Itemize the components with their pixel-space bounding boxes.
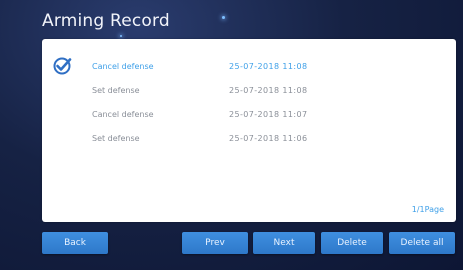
record-time: 25-07-2018 11:08 bbox=[229, 86, 308, 95]
record-row[interactable]: Cancel defense 25-07-2018 11:07 bbox=[42, 108, 456, 126]
page-indicator: 1/1Page bbox=[411, 205, 444, 214]
record-action: Cancel defense bbox=[92, 62, 154, 71]
record-row[interactable]: Set defense 25-07-2018 11:08 bbox=[42, 84, 456, 102]
back-button[interactable]: Back bbox=[42, 232, 108, 254]
record-row[interactable]: Cancel defense 25-07-2018 11:08 bbox=[42, 57, 456, 78]
record-time: 25-07-2018 11:08 bbox=[229, 62, 308, 71]
record-row[interactable]: Set defense 25-07-2018 11:06 bbox=[42, 132, 456, 150]
record-time: 25-07-2018 11:07 bbox=[229, 110, 308, 119]
page-title: Arming Record bbox=[42, 11, 170, 31]
background-sparkle bbox=[120, 35, 122, 37]
next-button[interactable]: Next bbox=[253, 232, 315, 254]
check-icon bbox=[53, 57, 72, 75]
background-sparkle bbox=[222, 16, 225, 19]
record-action: Set defense bbox=[92, 134, 140, 143]
delete-button[interactable]: Delete bbox=[321, 232, 383, 254]
record-list-panel: Cancel defense 25-07-2018 11:08 Set defe… bbox=[42, 39, 456, 222]
prev-button[interactable]: Prev bbox=[182, 232, 248, 254]
record-action: Set defense bbox=[92, 86, 140, 95]
record-action: Cancel defense bbox=[92, 110, 154, 119]
delete-all-button[interactable]: Delete all bbox=[389, 232, 455, 254]
record-time: 25-07-2018 11:06 bbox=[229, 134, 308, 143]
